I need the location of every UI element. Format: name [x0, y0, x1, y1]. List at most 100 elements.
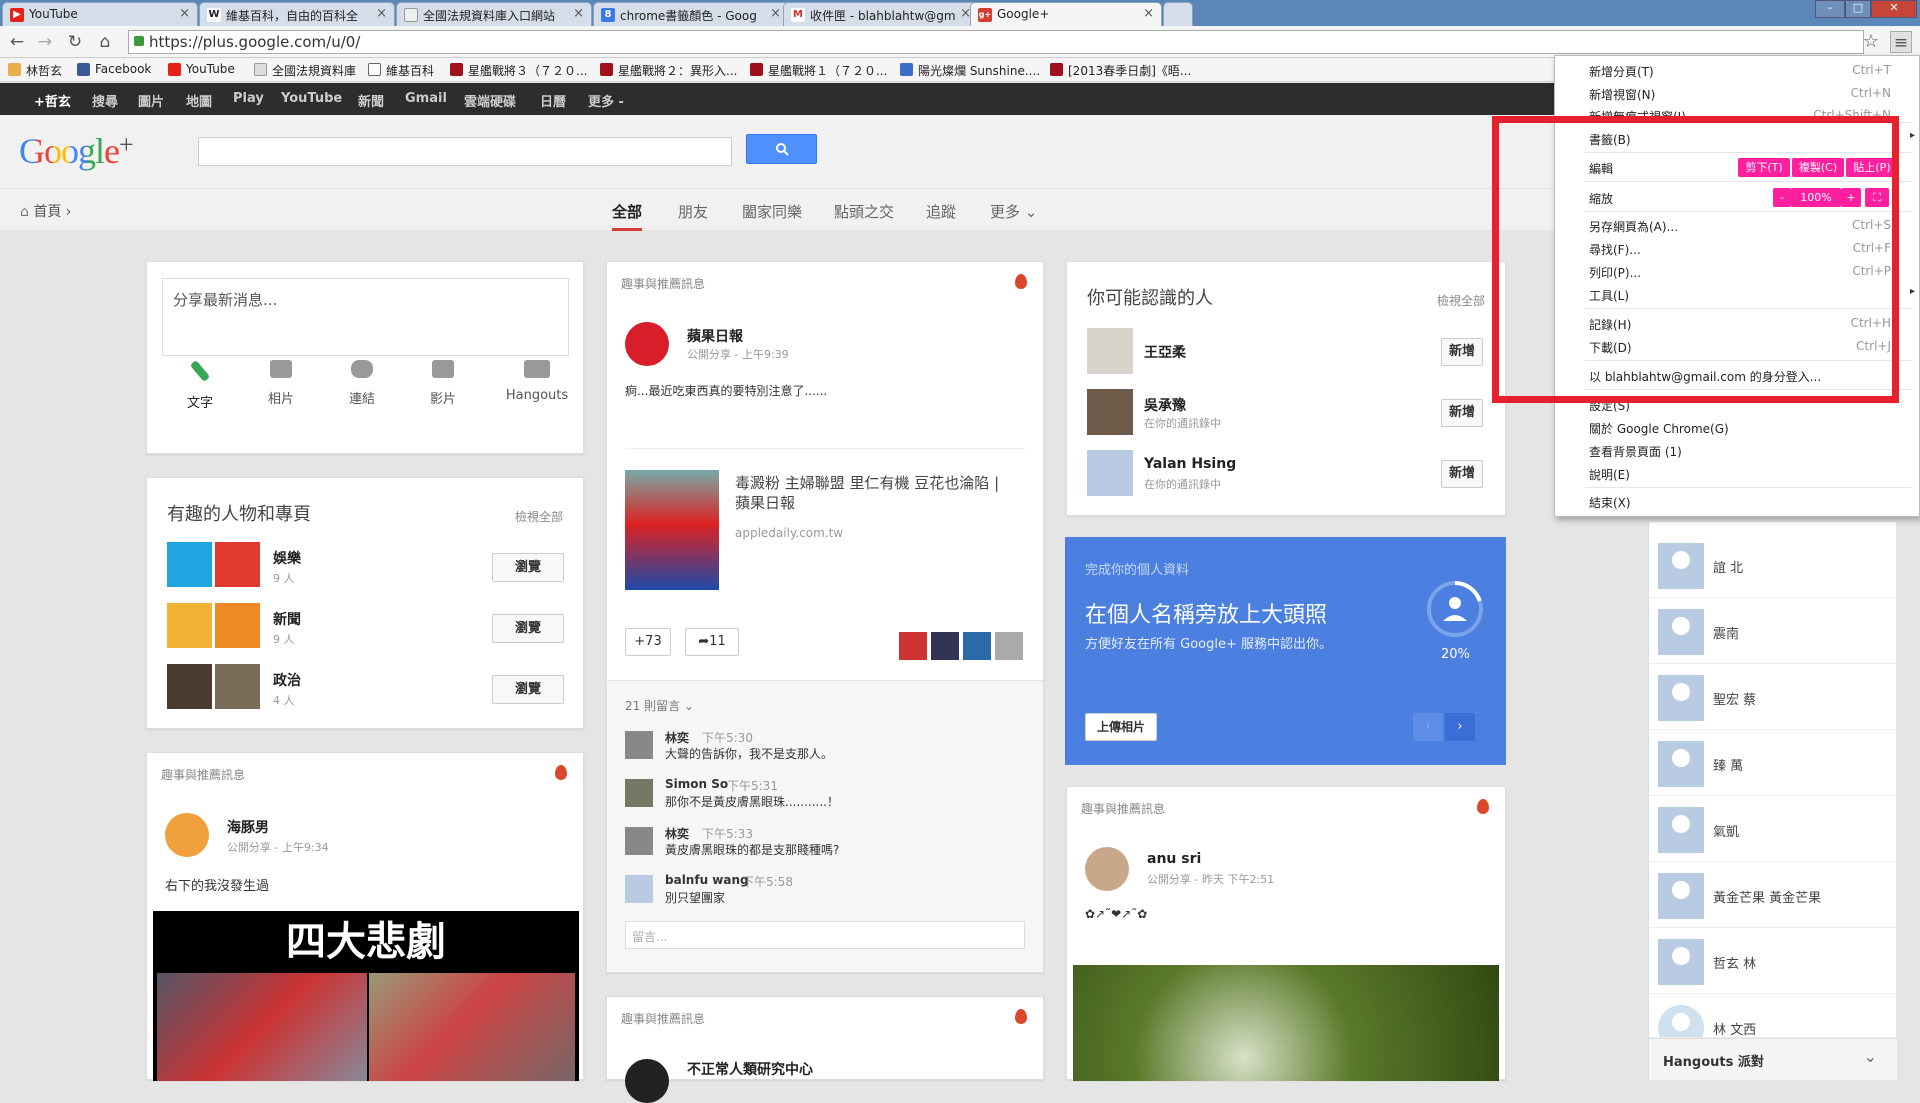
star-icon[interactable]: ☆ — [1860, 31, 1882, 53]
share-input[interactable]: 分享最新消息... — [162, 278, 569, 356]
browser-tab[interactable]: 全國法規資料庫入口網站 × — [396, 2, 592, 26]
person-name[interactable]: 王亞柔 — [1144, 342, 1186, 362]
gbar-link-images[interactable]: 圖片 — [138, 91, 164, 110]
list-item[interactable]: 聖宏 蔡 — [1649, 664, 1897, 730]
menu-item-tools[interactable]: 工具(L) — [1589, 287, 1629, 304]
author-avatar[interactable] — [625, 322, 669, 366]
author-name[interactable]: 海豚男 — [227, 817, 269, 837]
bookmark-item[interactable]: 陽光燦爛 Sunshine.... — [900, 62, 1040, 79]
share-link-button[interactable]: 連結 — [332, 360, 392, 407]
menu-item-find[interactable]: 尋找(F)... — [1589, 241, 1641, 258]
list-item[interactable]: 臻 萬 — [1649, 730, 1897, 796]
share-photo-button[interactable]: 相片 — [251, 360, 311, 407]
menu-item-downloads[interactable]: 下載(D) — [1589, 339, 1632, 356]
menu-item-exit[interactable]: 結束(X) — [1589, 494, 1631, 511]
commenter-name[interactable]: 林奕 — [665, 825, 689, 842]
close-window-button[interactable]: ✕ — [1871, 0, 1917, 18]
bookmark-item[interactable]: Facebook — [77, 62, 151, 76]
tab-family[interactable]: 闔家同樂 — [742, 201, 802, 222]
gbar-link-maps[interactable]: 地圖 — [186, 91, 212, 110]
link-title-line2[interactable]: 蘋果日報 — [735, 492, 795, 513]
author-name[interactable]: 蘋果日報 — [687, 326, 743, 346]
person-avatar[interactable] — [1087, 450, 1133, 496]
copy-button[interactable]: 複製(C) — [1792, 158, 1844, 177]
gbar-link-play[interactable]: Play — [233, 91, 264, 106]
bookmark-item[interactable]: 星艦戰將１（７２０... — [750, 62, 887, 79]
person-name[interactable]: Yalan Hsing — [1144, 456, 1236, 472]
add-person-button[interactable]: 新增 — [1441, 338, 1483, 366]
link-title[interactable]: 毒澱粉 主婦聯盟 里仁有機 豆花也淪陷 | — [735, 472, 999, 493]
minimize-button[interactable]: – — [1815, 0, 1845, 18]
share-video-button[interactable]: 影片 — [413, 360, 473, 407]
search-button[interactable] — [746, 134, 817, 164]
person-name[interactable]: 吳承豫 — [1144, 395, 1186, 415]
share-text-button[interactable]: 文字 — [170, 360, 230, 411]
fullscreen-icon[interactable]: ⛶ — [1865, 188, 1889, 207]
browse-button[interactable]: 瀏覽 — [492, 614, 564, 643]
close-icon[interactable]: × — [573, 6, 584, 21]
bookmark-item[interactable]: YouTube — [168, 62, 235, 76]
bookmark-item[interactable]: 林哲玄 — [8, 62, 62, 79]
browser-tab[interactable]: M 收件匣 - blahblahtw@gm × — [783, 2, 979, 26]
menu-item-background-pages[interactable]: 查看背景頁面 (1) — [1589, 443, 1682, 460]
plus-one-button[interactable]: +73 — [625, 628, 671, 656]
list-item[interactable]: 震南 — [1649, 598, 1897, 664]
back-icon[interactable]: ← — [6, 31, 28, 53]
google-plus-logo[interactable]: Google+ — [19, 130, 134, 172]
add-person-button[interactable]: 新增 — [1441, 399, 1483, 427]
browse-button[interactable]: 瀏覽 — [492, 553, 564, 582]
view-all-link[interactable]: 檢視全部 — [1437, 292, 1485, 309]
tab-acquaintances[interactable]: 點頭之交 — [834, 201, 894, 222]
sharer-avatar[interactable] — [931, 632, 959, 660]
browser-tab[interactable]: ▶ YouTube × — [2, 2, 198, 26]
paste-button[interactable]: 貼上(P) — [1846, 158, 1898, 177]
bookmark-item[interactable]: 星艦戰將２：異形入... — [600, 62, 737, 79]
cut-button[interactable]: 剪下(T) — [1738, 158, 1790, 177]
author-name[interactable]: 不正常人類研究中心 — [687, 1059, 813, 1079]
comments-count[interactable]: 21 則留言 ⌄ — [625, 697, 694, 714]
new-tab-button[interactable] — [1163, 2, 1193, 26]
close-icon[interactable]: × — [376, 6, 387, 21]
menu-item-print[interactable]: 列印(P)... — [1589, 264, 1641, 281]
author-avatar[interactable] — [625, 1059, 669, 1103]
close-icon[interactable]: × — [1143, 6, 1154, 21]
commenter-avatar[interactable] — [625, 779, 653, 807]
tab-more[interactable]: 更多 ⌄ — [990, 201, 1037, 222]
gbar-link-youtube[interactable]: YouTube — [281, 91, 342, 106]
browse-button[interactable]: 瀏覽 — [492, 675, 564, 704]
prev-arrow-icon[interactable]: ‹ — [1413, 713, 1443, 741]
close-icon[interactable]: × — [770, 6, 781, 21]
browser-tab[interactable]: W 維基百科，自由的百科全 × — [199, 2, 395, 26]
commenter-avatar[interactable] — [625, 875, 653, 903]
reload-icon[interactable]: ↻ — [64, 31, 86, 53]
bookmark-item[interactable]: 維基百科 — [368, 62, 434, 79]
upload-photo-button[interactable]: 上傳相片 — [1085, 713, 1157, 741]
commenter-name[interactable]: Simon So — [665, 777, 728, 791]
chrome-menu-icon[interactable]: ≡ — [1890, 31, 1912, 53]
list-item[interactable]: 氣凱 — [1649, 796, 1897, 862]
comment-input[interactable]: 留言... — [625, 921, 1025, 949]
share-hangouts-button[interactable]: Hangouts — [497, 360, 577, 403]
browser-tab-active[interactable]: g+ Google+ × — [970, 2, 1162, 26]
menu-item-incognito[interactable]: 新增無痕式視窗(I) — [1589, 108, 1686, 118]
gbar-link-drive[interactable]: 雲端硬碟 — [464, 91, 516, 110]
author-name[interactable]: anu sri — [1147, 851, 1201, 867]
sharer-avatar[interactable] — [995, 632, 1023, 660]
commenter-avatar[interactable] — [625, 731, 653, 759]
sharer-avatar[interactable] — [899, 632, 927, 660]
zoom-out-button[interactable]: - — [1773, 188, 1791, 207]
author-avatar[interactable] — [1085, 847, 1129, 891]
search-input[interactable] — [198, 137, 732, 166]
bookmark-item[interactable]: [2013春季日劇]《晤... — [1050, 62, 1191, 79]
post-image[interactable] — [1073, 965, 1499, 1081]
forward-icon[interactable]: → — [34, 31, 56, 53]
tab-friends[interactable]: 朋友 — [678, 201, 708, 222]
home-link[interactable]: ⌂ 首頁 › — [20, 201, 71, 221]
gbar-link-gmail[interactable]: Gmail — [405, 91, 447, 106]
commenter-name[interactable]: balnfu wang — [665, 873, 749, 887]
menu-item-help[interactable]: 說明(E) — [1589, 466, 1630, 483]
gbar-link-calendar[interactable]: 日曆 — [540, 91, 566, 110]
author-avatar[interactable] — [165, 813, 209, 857]
address-bar[interactable]: https://plus.google.com/u/0/ — [128, 30, 1864, 54]
add-person-button[interactable]: 新增 — [1441, 460, 1483, 488]
